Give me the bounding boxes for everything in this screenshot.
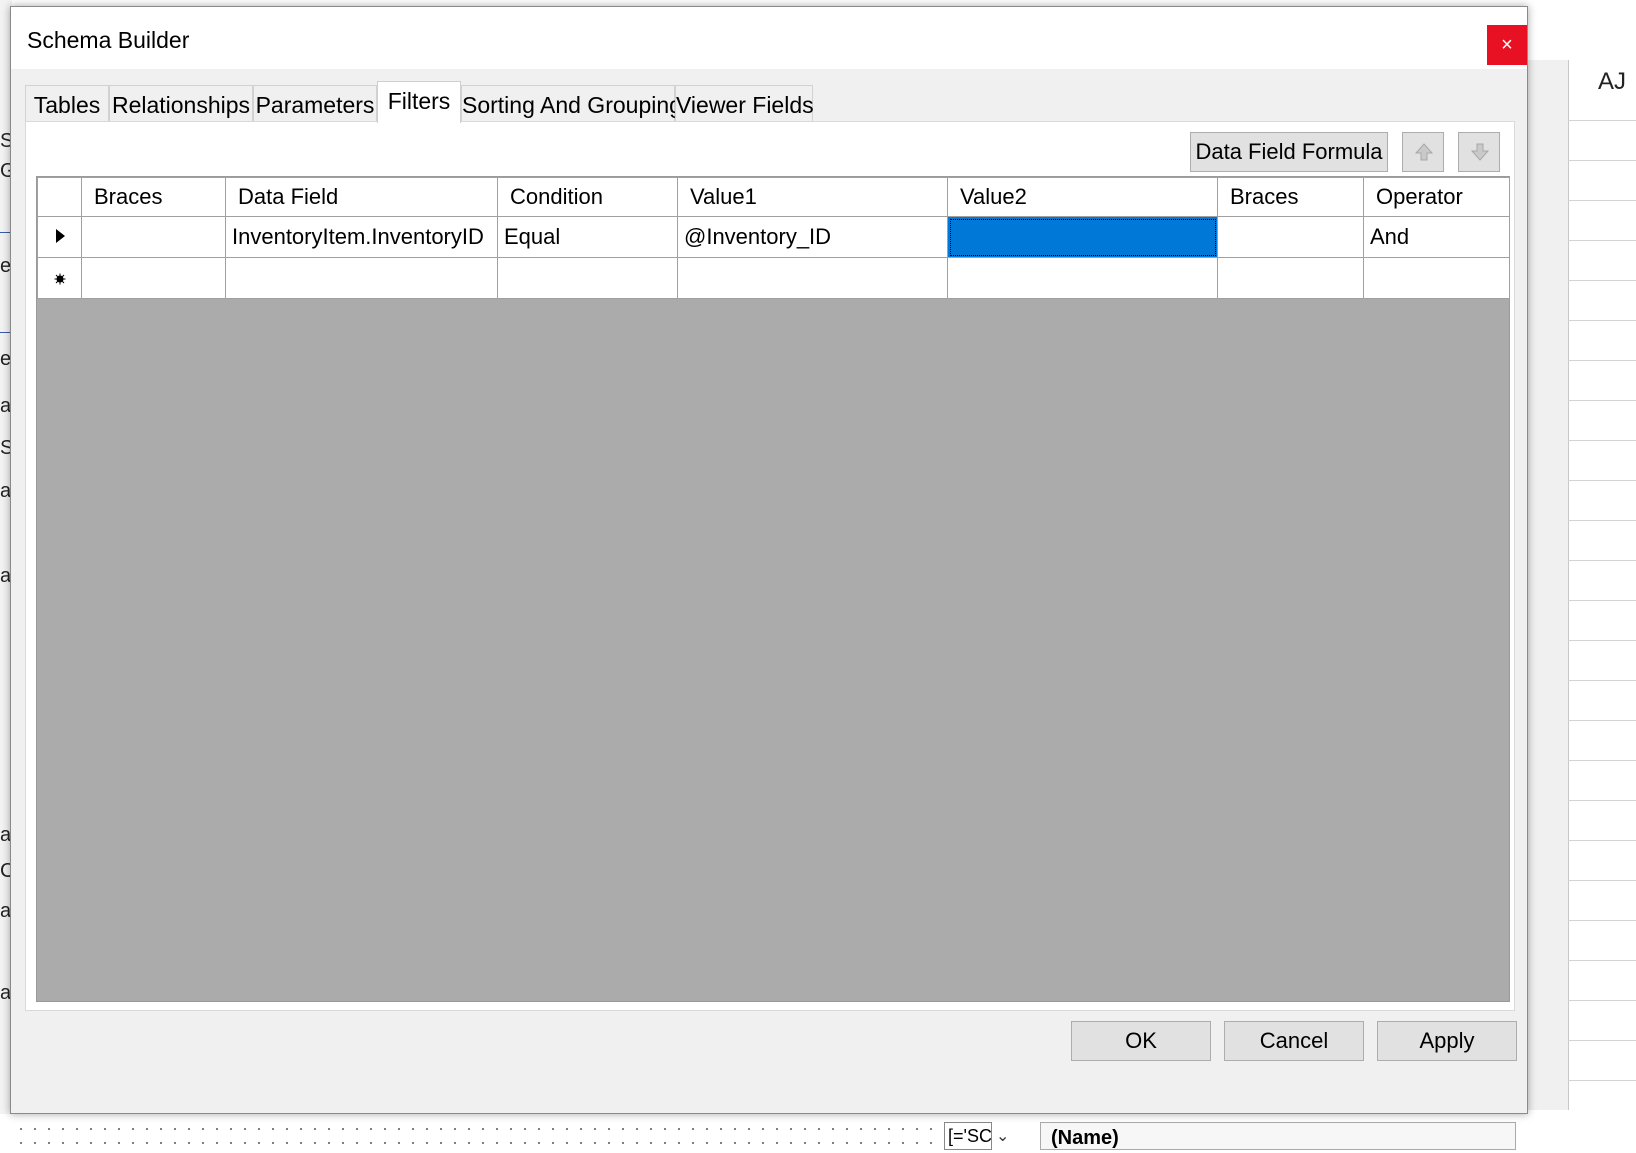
tab-viewer-fields[interactable]: Viewer Fields (675, 85, 814, 121)
tab-relationships[interactable]: Relationships (109, 85, 253, 121)
background-column-label: AJ (1598, 68, 1627, 95)
move-down-button[interactable] (1458, 132, 1500, 172)
grid-header-row: Braces Data Field Condition Value1 Value… (37, 177, 1510, 217)
background-column-header (1528, 60, 1569, 1110)
cell-operator[interactable] (1363, 257, 1510, 299)
column-header-value2[interactable]: Value2 (947, 177, 1218, 217)
cancel-button[interactable]: Cancel (1224, 1021, 1364, 1061)
tab-filters[interactable]: Filters (377, 81, 461, 123)
filters-grid: Braces Data Field Condition Value1 Value… (36, 176, 1510, 1002)
cell-value1[interactable]: @Inventory_ID (677, 216, 948, 258)
column-header-operator[interactable]: Operator (1363, 177, 1510, 217)
tab-sorting-and-grouping[interactable]: Sorting And Grouping (461, 85, 682, 121)
table-row[interactable]: InventoryItem.InventoryID Equal @Invento… (37, 216, 1510, 258)
background-expression-combo[interactable]: [='SC (944, 1122, 992, 1150)
cell-data-field[interactable] (225, 257, 498, 299)
apply-button[interactable]: Apply (1377, 1021, 1517, 1061)
close-icon: × (1501, 34, 1513, 56)
close-button[interactable]: × (1487, 25, 1527, 65)
tab-tables[interactable]: Tables (25, 85, 109, 121)
cell-data-field[interactable]: InventoryItem.InventoryID (225, 216, 498, 258)
new-row-star-icon (54, 273, 65, 285)
cell-braces-close[interactable] (1217, 216, 1364, 258)
cell-value2[interactable] (947, 257, 1218, 299)
cell-condition[interactable]: Equal (497, 216, 678, 258)
row-header-cell[interactable] (37, 257, 82, 299)
arrow-up-icon (1414, 143, 1434, 161)
filters-panel: Data Field Formula Braces Data Field Con… (25, 121, 1515, 1011)
background-dot-grid (14, 1122, 934, 1150)
column-header-data-field[interactable]: Data Field (225, 177, 498, 217)
current-row-arrow-icon (55, 229, 65, 243)
dialog-title: Schema Builder (27, 27, 190, 53)
chevron-down-icon[interactable]: ⌄ (996, 1126, 1009, 1146)
data-field-formula-button[interactable]: Data Field Formula (1190, 132, 1388, 172)
cell-operator[interactable]: And (1363, 216, 1510, 258)
cell-braces-open[interactable] (81, 257, 226, 299)
schema-builder-dialog: Schema Builder × Tables Relationships Pa… (10, 6, 1528, 1114)
column-header-braces-open[interactable]: Braces (81, 177, 226, 217)
background-property-name: (Name) (1040, 1122, 1516, 1150)
table-row-new[interactable] (37, 257, 1510, 299)
move-up-button[interactable] (1402, 132, 1444, 172)
ok-button[interactable]: OK (1071, 1021, 1211, 1061)
cell-braces-close[interactable] (1217, 257, 1364, 299)
tab-parameters[interactable]: Parameters (253, 85, 377, 121)
arrow-down-icon (1470, 143, 1490, 161)
cell-condition[interactable] (497, 257, 678, 299)
column-header-value1[interactable]: Value1 (677, 177, 948, 217)
dialog-titlebar[interactable]: Schema Builder × (11, 7, 1527, 69)
filters-table: Braces Data Field Condition Value1 Value… (37, 177, 1510, 299)
column-header-condition[interactable]: Condition (497, 177, 678, 217)
column-header-braces-close[interactable]: Braces (1217, 177, 1364, 217)
cell-braces-open[interactable] (81, 216, 226, 258)
cell-value2-selected[interactable] (947, 216, 1218, 258)
row-header-cell[interactable] (37, 216, 82, 258)
cell-value1[interactable] (677, 257, 948, 299)
grid-corner-cell[interactable] (37, 177, 82, 217)
